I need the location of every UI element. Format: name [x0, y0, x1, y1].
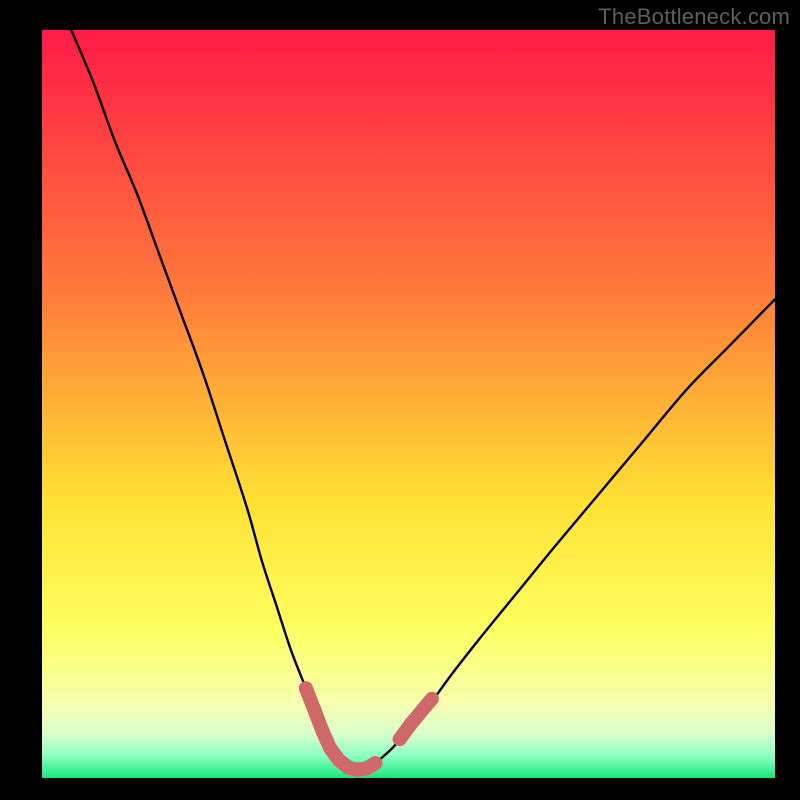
chart-plot-area [42, 30, 775, 778]
bottleneck-chart [42, 30, 775, 778]
curve-marker-segment [423, 699, 432, 709]
curve-marker-segment [367, 763, 376, 768]
gradient-background [42, 30, 775, 778]
watermark-text: TheBottleneck.com [598, 4, 790, 30]
